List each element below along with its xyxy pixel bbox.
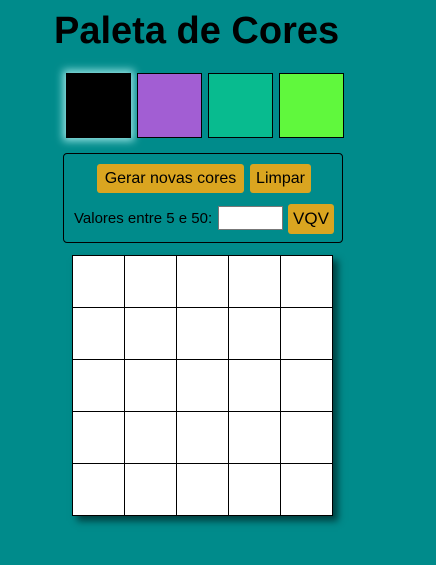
- palette-color-green[interactable]: [279, 73, 344, 138]
- pixel[interactable]: [177, 256, 229, 308]
- palette-color-purple[interactable]: [137, 73, 202, 138]
- generate-board-button[interactable]: VQV: [288, 204, 334, 234]
- pixel[interactable]: [177, 308, 229, 360]
- pixel[interactable]: [281, 308, 333, 360]
- color-palette: [66, 73, 344, 138]
- pixel[interactable]: [177, 412, 229, 464]
- page-title: Paleta de Cores: [54, 10, 340, 52]
- pixel[interactable]: [125, 464, 177, 516]
- pixel[interactable]: [73, 256, 125, 308]
- pixel[interactable]: [125, 256, 177, 308]
- pixel[interactable]: [229, 412, 281, 464]
- pixel[interactable]: [281, 412, 333, 464]
- generate-colors-button[interactable]: Gerar novas cores: [97, 164, 244, 193]
- pixel[interactable]: [281, 360, 333, 412]
- pixel[interactable]: [73, 464, 125, 516]
- pixel[interactable]: [229, 308, 281, 360]
- pixel[interactable]: [177, 360, 229, 412]
- pixel[interactable]: [177, 464, 229, 516]
- pixel-board: [72, 255, 333, 516]
- pixel[interactable]: [281, 464, 333, 516]
- board-size-label: Valores entre 5 e 50:: [74, 210, 213, 227]
- pixel[interactable]: [229, 464, 281, 516]
- controls-panel: Gerar novas cores Limpar Valores entre 5…: [63, 153, 343, 243]
- pixel[interactable]: [73, 412, 125, 464]
- palette-color-black[interactable]: [66, 73, 131, 138]
- board-size-input[interactable]: [218, 206, 283, 230]
- pixel[interactable]: [73, 360, 125, 412]
- pixel[interactable]: [125, 412, 177, 464]
- palette-color-teal[interactable]: [208, 73, 273, 138]
- pixel[interactable]: [125, 360, 177, 412]
- pixel[interactable]: [125, 308, 177, 360]
- clear-board-button[interactable]: Limpar: [250, 164, 311, 193]
- pixel[interactable]: [281, 256, 333, 308]
- pixel[interactable]: [73, 308, 125, 360]
- pixel[interactable]: [229, 360, 281, 412]
- pixel[interactable]: [229, 256, 281, 308]
